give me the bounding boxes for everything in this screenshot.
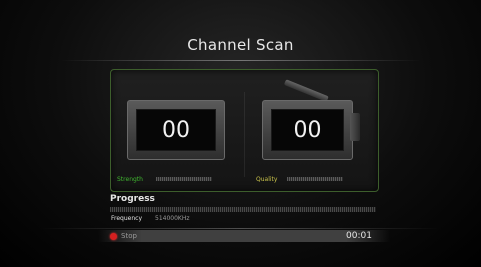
- title-divider: [60, 60, 421, 61]
- channel-scan-screen: Channel Scan 00 00 Strength Quality Prog…: [0, 0, 481, 267]
- page-title: Channel Scan: [187, 36, 294, 54]
- progress-bar: [110, 207, 376, 212]
- strength-label: Strength: [117, 176, 143, 183]
- tv-meter-icon: 00: [127, 100, 225, 160]
- red-dot-icon[interactable]: [110, 233, 117, 240]
- meter-divider: [244, 92, 245, 177]
- elapsed-timer: 00:01: [346, 231, 372, 241]
- frequency-value: 514000KHz: [155, 215, 190, 222]
- bottom-divider: [40, 228, 441, 229]
- radio-knob-icon: [350, 113, 360, 141]
- frequency-label: Frequency: [111, 215, 142, 222]
- quality-level-bar: [287, 177, 343, 181]
- progress-label: Progress: [110, 194, 155, 204]
- stop-button[interactable]: Stop: [121, 232, 137, 240]
- strength-value: 00: [136, 109, 216, 151]
- strength-level-bar: [156, 177, 212, 181]
- radio-meter-icon: 00: [262, 100, 353, 160]
- quality-value: 00: [271, 109, 344, 151]
- quality-label: Quality: [256, 176, 278, 183]
